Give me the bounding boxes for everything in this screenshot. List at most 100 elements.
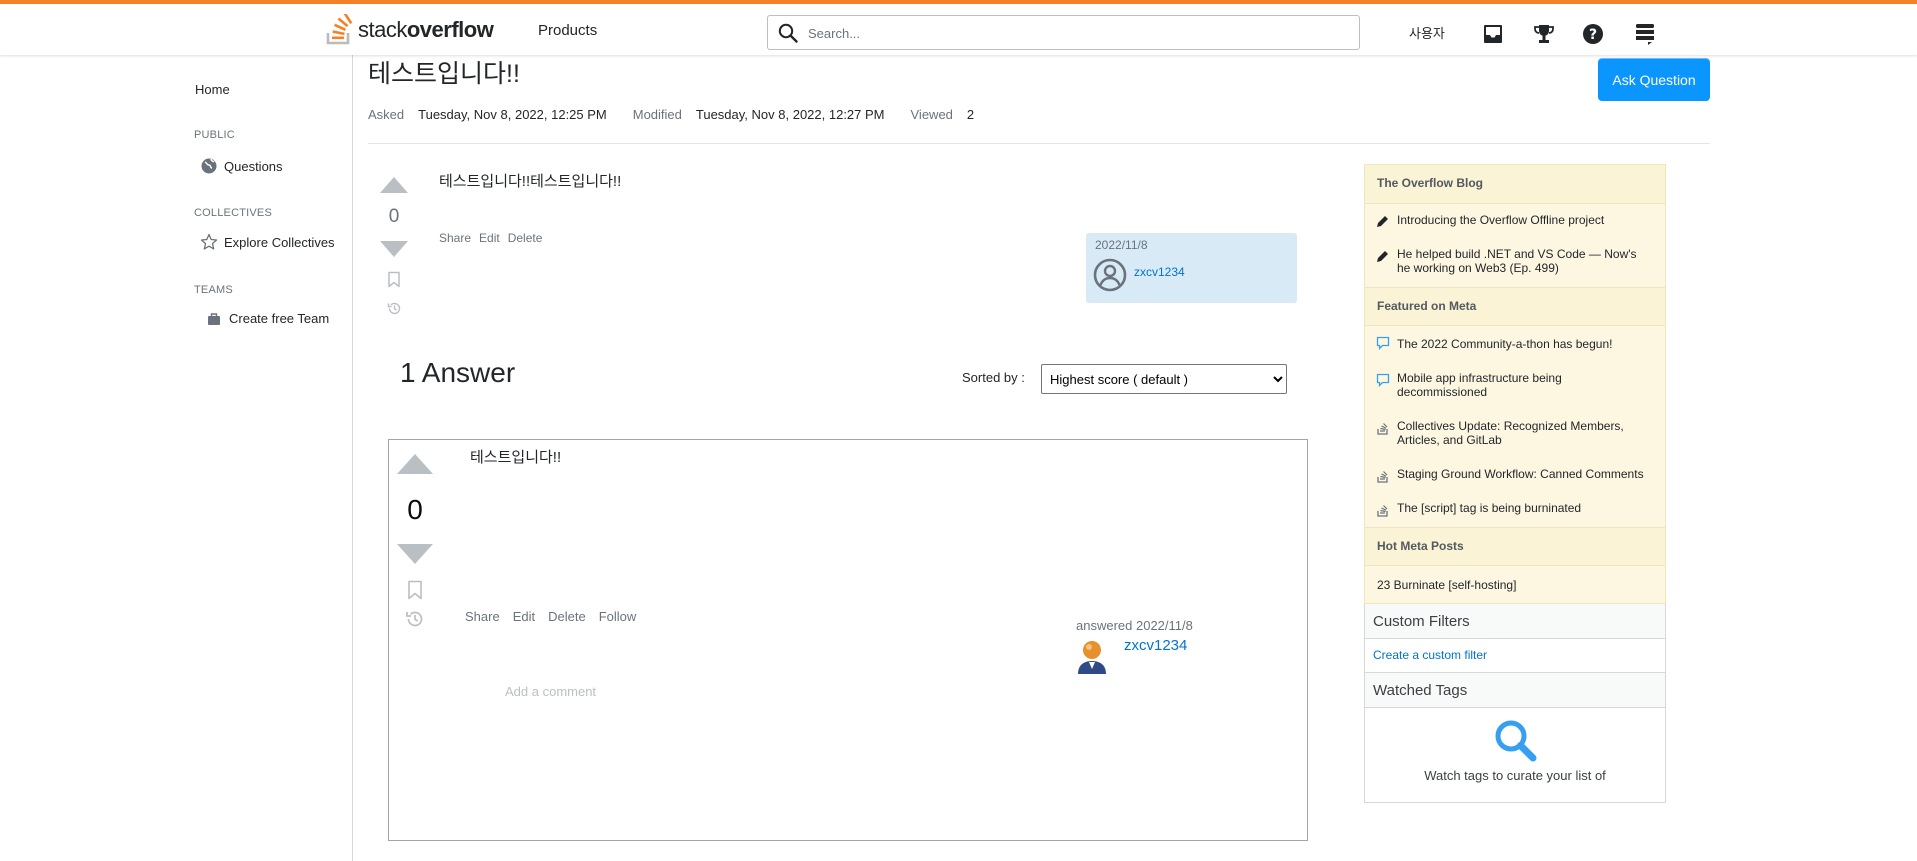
question-upvote-icon[interactable]	[380, 177, 408, 193]
watched-tags-text: Watch tags to curate your list of	[1424, 768, 1606, 783]
search-icon	[778, 23, 798, 43]
sort-select[interactable]: Highest score ( default )	[1041, 364, 1287, 394]
search-input[interactable]	[808, 22, 1348, 44]
hot-meta-item-label: 23 Burninate [self-hosting]	[1377, 578, 1517, 592]
nav-home[interactable]: Home	[195, 82, 230, 97]
blog-item[interactable]: Introducing the Overflow Offline project	[1365, 204, 1665, 239]
answer-edit-link[interactable]: Edit	[513, 609, 535, 624]
user-menu[interactable]: 사용자	[1409, 23, 1445, 42]
nav-heading-collectives: COLLECTIVES	[194, 207, 273, 219]
meta-item-label: The [script] tag is being burninated	[1397, 501, 1582, 515]
meta-item-label: The 2022 Community-a-thon has begun!	[1397, 337, 1613, 351]
question-meta: Asked Tuesday, Nov 8, 2022, 12:25 PM Mod…	[368, 107, 1000, 122]
nav-questions[interactable]: Questions	[200, 157, 283, 175]
meta-item[interactable]: Collectives Update: Recognized Members, …	[1365, 411, 1665, 459]
stack-icon	[1377, 471, 1388, 483]
watched-tags-widget: Watched Tags Watch tags to curate your l…	[1364, 673, 1666, 803]
stack-icon	[1377, 423, 1388, 435]
top-bar: stackoverflow Products 사용자 ?	[0, 0, 1917, 55]
nav-questions-label: Questions	[224, 158, 283, 174]
stackexchange-icon[interactable]	[1634, 23, 1656, 45]
stackoverflow-logo-icon	[326, 14, 353, 45]
comment-icon	[1376, 373, 1390, 387]
trophy-icon[interactable]	[1533, 23, 1555, 45]
question-delete-link[interactable]: Delete	[508, 231, 543, 245]
answer-upvote-icon[interactable]	[397, 454, 433, 474]
answer-delete-link[interactable]: Delete	[548, 609, 586, 624]
meta-item[interactable]: The [script] tag is being burninated	[1365, 493, 1665, 527]
answer-history-icon[interactable]	[405, 609, 425, 629]
star-icon	[200, 233, 218, 250]
ask-question-button[interactable]: Ask Question	[1598, 58, 1710, 101]
search-box	[767, 15, 1360, 50]
custom-filters-widget: Custom Filters Create a custom filter	[1364, 604, 1666, 673]
stack-icon	[1377, 505, 1388, 517]
answer-user-name[interactable]: zxcv1234	[1124, 637, 1187, 654]
right-sidebar: The Overflow Blog Introducing the Overfl…	[1364, 164, 1666, 803]
question-owner-name[interactable]: zxcv1234	[1134, 265, 1185, 279]
meta-item-label: Collectives Update: Recognized Members, …	[1397, 419, 1624, 447]
question-score: 0	[388, 206, 400, 227]
sorted-by-label: Sorted by :	[962, 370, 1025, 385]
create-custom-filter-link[interactable]: Create a custom filter	[1365, 639, 1665, 672]
blog-item-label: He helped build .NET and VS Code — Now's…	[1397, 247, 1637, 275]
search-icon	[1495, 720, 1537, 762]
blog-item[interactable]: He helped build .NET and VS Code — Now's…	[1365, 239, 1665, 287]
help-icon[interactable]: ?	[1582, 23, 1604, 45]
watched-tags-heading: Watched Tags	[1365, 673, 1665, 708]
meta-item[interactable]: Staging Ground Workflow: Canned Comments	[1365, 459, 1665, 493]
answer-downvote-icon[interactable]	[397, 544, 433, 564]
inbox-icon[interactable]	[1482, 23, 1504, 45]
answer-post-menu: Share Edit Delete Follow	[465, 609, 649, 624]
viewed-label: Viewed	[910, 107, 953, 122]
products-link[interactable]: Products	[538, 22, 597, 39]
logo-text-bold: overflow	[406, 17, 494, 42]
answer-card: 0 테스트입니다!! Share Edit Delete Follow answ…	[388, 439, 1308, 841]
answer-follow-link[interactable]: Follow	[599, 609, 637, 624]
hot-meta-item[interactable]: 23 Burninate [self-hosting]	[1365, 566, 1665, 603]
stackoverflow-logo[interactable]: stackoverflow	[325, 14, 494, 46]
blog-widget: The Overflow Blog Introducing the Overfl…	[1364, 164, 1666, 604]
question-title: 테스트입니다!!	[368, 60, 520, 88]
question-owner-date: 2022/11/8	[1095, 238, 1148, 252]
pencil-icon	[1377, 216, 1388, 227]
question-body: 테스트입니다!!테스트입니다!!	[439, 173, 622, 190]
meta-item[interactable]: Mobile app infrastructure being decommis…	[1365, 363, 1665, 411]
history-icon[interactable]	[387, 301, 402, 316]
question-owner-card: 2022/11/8 zxcv1234	[1086, 233, 1297, 303]
briefcase-icon	[208, 312, 220, 325]
nav-explore-collectives[interactable]: Explore Collectives	[200, 233, 335, 251]
answer-bookmark-icon[interactable]	[407, 580, 423, 600]
comment-icon	[1376, 336, 1390, 350]
modified-label: Modified	[632, 107, 682, 122]
add-comment-link[interactable]: Add a comment	[505, 684, 596, 699]
viewed-value: 2	[966, 107, 975, 122]
answer-score: 0	[407, 494, 423, 525]
meta-item[interactable]: The 2022 Community-a-thon has begun!	[1365, 326, 1665, 363]
question-share-link[interactable]: Share	[439, 231, 471, 245]
header-divider	[368, 143, 1710, 144]
blog-heading: The Overflow Blog	[1365, 165, 1665, 204]
question-edit-link[interactable]: Edit	[479, 231, 500, 245]
answer-share-link[interactable]: Share	[465, 609, 500, 624]
nav-explore-collectives-label: Explore Collectives	[224, 234, 335, 250]
bookmark-icon[interactable]	[387, 271, 401, 288]
asked-value: Tuesday, Nov 8, 2022, 12:25 PM	[418, 107, 607, 122]
hot-meta-heading: Hot Meta Posts	[1365, 527, 1665, 566]
asked-label: Asked	[368, 107, 405, 122]
answer-user-avatar[interactable]	[1075, 638, 1109, 674]
modified-value: Tuesday, Nov 8, 2022, 12:27 PM	[695, 107, 885, 122]
nav-create-team[interactable]: Create free Team	[207, 311, 329, 326]
question-downvote-icon[interactable]	[380, 241, 408, 257]
user-avatar-icon[interactable]	[1093, 258, 1127, 292]
globe-icon	[201, 158, 217, 174]
nav-heading-public: PUBLIC	[194, 129, 235, 141]
logo-text-light: stack	[358, 17, 407, 42]
nav-create-team-label: Create free Team	[229, 311, 330, 326]
question-post-menu: Share Edit Delete	[439, 231, 550, 245]
blog-item-label: Introducing the Overflow Offline project	[1397, 213, 1605, 227]
answered-date: answered 2022/11/8	[1076, 618, 1193, 633]
nav-heading-teams: TEAMS	[194, 284, 233, 296]
custom-filters-heading: Custom Filters	[1365, 604, 1665, 639]
answer-body: 테스트입니다!!	[470, 449, 562, 466]
